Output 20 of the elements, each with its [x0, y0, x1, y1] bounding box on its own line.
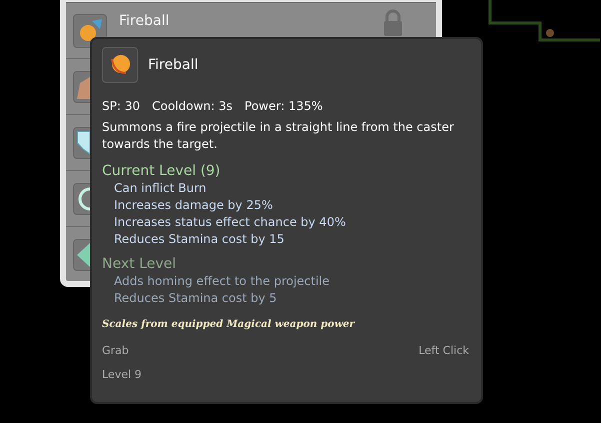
level-text: Level 9: [102, 368, 143, 381]
action-label: Grab: [102, 344, 129, 357]
effect-text: Increases status effect chance by 40%: [113, 214, 347, 231]
tooltip-title: Fireball: [148, 57, 198, 73]
section-heading: Current Level (9): [102, 163, 222, 180]
stat-text: Cooldown: 3s: [152, 99, 233, 113]
ring-icon: [77, 186, 90, 210]
stat-text: Power: 135%: [244, 99, 323, 113]
skill-name: Fireball: [119, 13, 170, 29]
section-heading: Next Level: [102, 256, 178, 273]
effect-text: Reduces Stamina cost by 15: [113, 231, 286, 248]
stat-text: SP: 30: [102, 99, 140, 113]
description-text: Summons a fire projectile in a straight line from the caster towards the target.: [102, 119, 455, 153]
input-hint-label: Left Click: [418, 344, 469, 357]
effect-text: Reduces Stamina cost by 5: [113, 290, 278, 307]
effect-text: Increases damage by 25%: [113, 197, 274, 214]
fireball-icon: [102, 47, 138, 83]
effect-text: Adds homing effect to the projectile: [113, 273, 331, 290]
effect-text: Can inflict Burn: [113, 180, 208, 197]
scaling-note: Scales from equipped Magical weapon power: [102, 319, 356, 330]
